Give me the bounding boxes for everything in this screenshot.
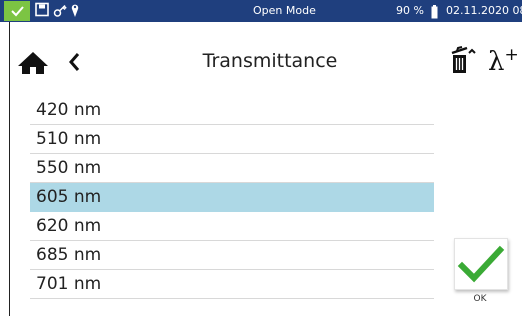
delete-button[interactable] — [448, 45, 478, 77]
wavelength-label: 420 nm — [36, 100, 102, 120]
wavelength-item[interactable]: 550 nm — [30, 154, 434, 183]
wavelength-label: 605 nm — [36, 187, 102, 207]
checkmark-icon — [455, 245, 507, 293]
wavelength-label: 701 nm — [36, 274, 102, 294]
wavelength-item[interactable]: 510 nm — [30, 125, 434, 154]
wavelength-item[interactable]: 605 nm — [30, 183, 434, 212]
wavelength-item[interactable]: 420 nm — [30, 96, 434, 125]
wavelength-label: 510 nm — [36, 129, 102, 149]
key-icon — [53, 2, 68, 22]
back-icon — [64, 53, 86, 79]
datetime: 02.11.2020 08:56 — [446, 4, 522, 17]
home-icon — [17, 52, 49, 79]
wavelength-label: 550 nm — [36, 158, 102, 178]
wavelength-item[interactable]: 620 nm — [30, 212, 434, 241]
page-title: Transmittance — [202, 50, 338, 72]
add-wavelength-icon: λ+ — [488, 45, 519, 80]
delete-icon — [448, 46, 478, 81]
back-button[interactable] — [64, 49, 86, 75]
plus-glyph: + — [504, 45, 519, 65]
add-wavelength-button[interactable]: λ+ — [486, 44, 522, 80]
home-button[interactable] — [17, 51, 49, 75]
battery-icon — [431, 4, 438, 23]
wavelength-label: 685 nm — [36, 245, 102, 265]
wavelength-list: 420 nm 510 nm 550 nm 605 nm 620 nm 685 nm 701 … — [30, 96, 434, 299]
lambda-glyph: λ — [488, 47, 505, 77]
wavelength-item[interactable]: 701 nm — [30, 270, 434, 299]
ok-button[interactable] — [454, 238, 508, 290]
check-icon — [4, 1, 30, 21]
wavelength-item[interactable]: 685 nm — [30, 241, 434, 270]
ok-label: OK — [473, 294, 487, 304]
status-bar: Open Mode 90 % 02.11.2020 08:56 — [0, 0, 522, 22]
mode-label: Open Mode — [253, 4, 316, 17]
battery-percent: 90 % — [396, 4, 424, 17]
wavelength-label: 620 nm — [36, 216, 102, 236]
save-icon — [35, 2, 50, 22]
pin-icon — [70, 2, 80, 22]
